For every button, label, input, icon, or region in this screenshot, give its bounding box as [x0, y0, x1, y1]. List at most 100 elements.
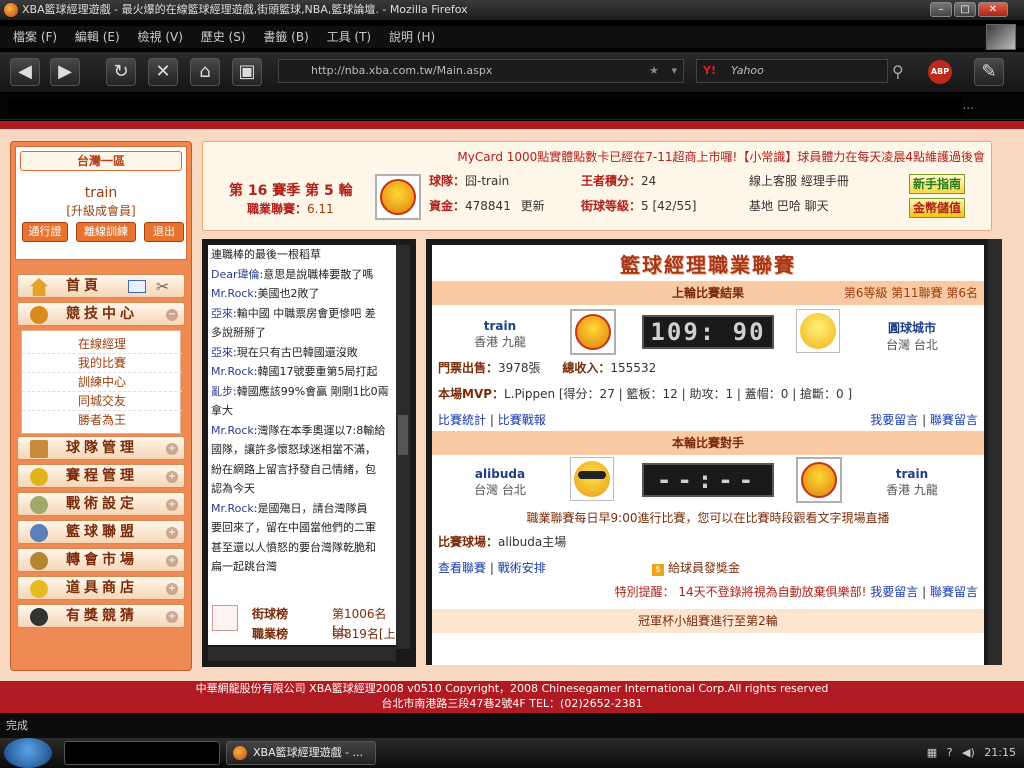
home-icon: [30, 278, 48, 296]
search-placeholder: Yahoo: [731, 64, 764, 77]
nav-league[interactable]: 籃球聯盟 +: [17, 520, 185, 544]
topup-button[interactable]: 金幣儲值: [909, 198, 965, 218]
expand-icon[interactable]: +: [166, 471, 178, 483]
submenu-online-manager[interactable]: 在線經理: [22, 335, 182, 354]
home-icon[interactable]: ⌂: [190, 58, 220, 86]
page-content: 台灣一區 train [升級成會員] 通行證 離線訓練 退出 首頁 ✂ 競技中心…: [0, 121, 1024, 681]
menu-history[interactable]: 歷史 (S): [194, 26, 253, 48]
submenu-my-matches[interactable]: 我的比賽: [22, 354, 182, 373]
home-team[interactable]: train 香港 九龍: [460, 319, 540, 350]
chat-line: 紛在網路上留言抒發自己情緒，包: [211, 462, 376, 476]
bonus-link[interactable]: $ 給球員發獎金: [652, 559, 740, 576]
upgrade-link[interactable]: [升級成會員]: [16, 202, 186, 219]
tools-icon[interactable]: ✂: [156, 278, 174, 296]
view-league-link[interactable]: 查看聯賽: [438, 561, 486, 575]
offline-training-button[interactable]: 離線訓練: [76, 222, 136, 242]
menu-view[interactable]: 檢視 (V): [131, 26, 190, 48]
nav-transfer-market[interactable]: 轉會市場 +: [17, 548, 185, 572]
nav-schedule[interactable]: 賽程管理 +: [17, 464, 185, 488]
passport-button[interactable]: 通行證: [22, 222, 68, 242]
search-icon[interactable]: ⚲: [892, 62, 904, 81]
expand-icon[interactable]: +: [166, 527, 178, 539]
bookmarks-toolbar: ...: [0, 94, 1024, 120]
reload-icon[interactable]: ↻: [106, 58, 136, 86]
away-team[interactable]: 圓球城市 台灣 台北: [872, 319, 952, 353]
nav-arena[interactable]: 競技中心 −: [17, 302, 185, 326]
back-arrow-icon[interactable]: ◀: [10, 58, 40, 86]
league-message-link[interactable]: 聯賽留言: [930, 413, 978, 427]
minimize-button[interactable]: –: [930, 2, 952, 17]
street-level-info: 街球等級：5 [42/55]: [581, 199, 697, 213]
expand-icon[interactable]: +: [166, 499, 178, 511]
submenu-winner-king[interactable]: 勝者為王: [22, 411, 182, 429]
mail-icon[interactable]: [128, 280, 146, 293]
chat-horizontal-scrollbar[interactable]: [208, 647, 396, 661]
submenu-local-friends[interactable]: 同城交友: [22, 392, 182, 411]
money-refresh-link[interactable]: 更新: [521, 199, 545, 213]
league-message-link-2[interactable]: 聯賽留言: [930, 585, 978, 599]
clock[interactable]: 21:15: [984, 746, 1016, 759]
logout-button[interactable]: 退出: [144, 222, 184, 242]
nav-item-shop[interactable]: 道具商店 +: [17, 576, 185, 600]
match-stats-link[interactable]: 比賽統計: [438, 413, 486, 427]
menu-help[interactable]: 說明 (H): [382, 26, 442, 48]
screenshot-addon-icon[interactable]: ▣: [232, 58, 262, 86]
forward-arrow-icon[interactable]: ▶: [50, 58, 80, 86]
match-report-link[interactable]: 比賽戰報: [498, 413, 546, 427]
server-name: 台灣一區: [20, 151, 182, 171]
url-bar[interactable]: http://nba.xba.com.tw/Main.aspx ★ ▾: [278, 59, 684, 83]
tactics-board-icon: [30, 496, 48, 514]
yahoo-engine-icon[interactable]: Y!: [703, 60, 716, 82]
newbie-guide-button[interactable]: 新手指南: [909, 174, 965, 194]
expand-icon[interactable]: +: [166, 555, 178, 567]
ranking-chart-icon: [212, 605, 238, 631]
leave-message-link-2[interactable]: 我要留言: [870, 585, 918, 599]
expand-icon[interactable]: +: [166, 611, 178, 623]
stop-icon[interactable]: ✕: [148, 58, 178, 86]
league-vertical-scrollbar[interactable]: [988, 239, 1002, 665]
bookmarks-overflow[interactable]: ...: [963, 98, 974, 112]
notes-addon-icon[interactable]: ✎: [974, 58, 1004, 86]
chat-vertical-scrollbar[interactable]: [396, 245, 410, 649]
chat-line: 甚至還以人憤怒的要台灣隊乾脆和: [211, 540, 376, 554]
close-button[interactable]: ✕: [978, 2, 1008, 17]
community-links[interactable]: 基地 巴哈 聊天: [749, 197, 829, 214]
news-marquee[interactable]: MyCard 1000點實體點數卡已經在7-11超商上市囉!【小常識】球員體力在…: [203, 148, 991, 165]
nav-tactics[interactable]: 戰術設定 +: [17, 492, 185, 516]
url-dropdown-icon[interactable]: ▾: [671, 60, 677, 82]
firefox-icon: [233, 746, 247, 760]
help-icon[interactable]: ?: [947, 746, 953, 759]
nav-team-management[interactable]: 球隊管理 +: [17, 436, 185, 460]
expand-icon[interactable]: +: [166, 443, 178, 455]
expand-icon[interactable]: +: [166, 583, 178, 595]
nav-home[interactable]: 首頁 ✂: [17, 274, 185, 298]
start-button[interactable]: [4, 738, 52, 768]
adblock-icon[interactable]: ABP: [928, 60, 952, 84]
menu-tools[interactable]: 工具 (T): [320, 26, 379, 48]
career-rank-label[interactable]: 職業榜: [252, 625, 288, 642]
nav-label: 戰術設定: [66, 496, 138, 512]
network-icon[interactable]: ▦: [927, 746, 937, 759]
street-rank-label[interactable]: 街球榜: [252, 605, 288, 622]
menu-bookmarks[interactable]: 書籤 (B): [256, 26, 315, 48]
collapse-icon[interactable]: −: [166, 309, 178, 321]
service-links[interactable]: 線上客服 經理手冊: [749, 172, 849, 189]
volume-icon[interactable]: ◀): [962, 746, 975, 759]
chat-panel: 連職棒的最後一根稻草 Dear瑋倫:意思是說職棒要散了嗎 Mr.Rock:美國也…: [202, 239, 416, 667]
submenu-training-center[interactable]: 訓練中心: [22, 373, 182, 392]
firefox-task-button[interactable]: XBA籃球經理遊戲 - ...: [226, 741, 376, 765]
redacted-task-button[interactable]: [64, 741, 220, 765]
chat-line: 國隊，讓許多懷怒球迷相當不滿，: [211, 443, 376, 456]
menu-edit[interactable]: 編輯 (E): [68, 26, 127, 48]
search-box[interactable]: Y! Yahoo: [696, 59, 888, 83]
window-titlebar: XBA籃球經理遊戲 - 最火爆的在線籃球經理遊戲,街頭籃球,NBA,籃球論壇. …: [0, 0, 1024, 20]
persona-avatar[interactable]: [986, 24, 1016, 50]
tactics-link[interactable]: 戰術安排: [498, 561, 546, 575]
star-icon[interactable]: ★: [649, 60, 659, 82]
maximize-button[interactable]: □: [954, 2, 976, 17]
menu-file[interactable]: 檔案 (F): [6, 26, 64, 48]
next-home-team[interactable]: train 香港 九龍: [872, 467, 952, 498]
next-opponent-team[interactable]: alibuda 台灣 台北: [460, 467, 540, 498]
leave-message-link[interactable]: 我要留言: [870, 413, 918, 427]
nav-prize-quiz[interactable]: 有獎競猜 +: [17, 604, 185, 628]
